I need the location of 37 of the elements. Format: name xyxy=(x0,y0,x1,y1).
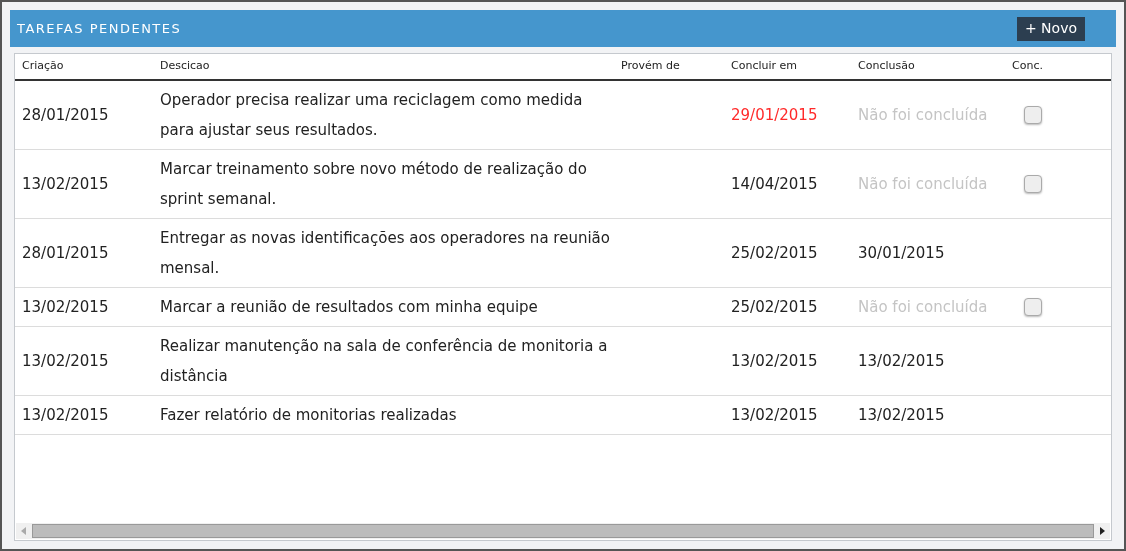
panel-title: TAREFAS PENDENTES xyxy=(17,19,182,38)
column-header: Provém de xyxy=(621,58,681,75)
column-header: Descicao xyxy=(160,58,211,75)
checkbox[interactable] xyxy=(1024,298,1042,316)
table-cell-text: 13/02/2015 xyxy=(731,350,819,372)
table-cell-text: 14/04/2015 xyxy=(731,173,819,195)
table-cell-text: 25/02/2015 xyxy=(731,242,819,264)
table-cell-text: Operador precisa realizar uma reciclagem como medida para ajustar seus resultados. xyxy=(160,90,584,141)
table-cell-text: 25/02/2015 xyxy=(731,296,819,318)
table-cell-text: 13/02/2015 xyxy=(22,296,110,318)
table-cell-text: Não foi concluída xyxy=(858,296,989,318)
checkbox[interactable] xyxy=(1024,106,1042,124)
table-cell-text: 13/02/2015 xyxy=(22,404,110,426)
table-cell-text: 13/02/2015 xyxy=(858,350,946,372)
table-cell-text: Realizar manutenção na sala de conferência de monitoria a distância xyxy=(160,336,609,387)
column-header: Conclusão xyxy=(858,58,916,75)
column-header: Criação xyxy=(22,58,65,75)
table-cell-text: Não foi concluída xyxy=(858,173,989,195)
column-header: Concluir em xyxy=(731,58,799,75)
new-button[interactable]: + Novo xyxy=(1016,16,1085,41)
table-cell-text: 13/02/2015 xyxy=(22,350,110,372)
table-cell-text: Fazer relatório de monitorias realizadas xyxy=(160,405,458,426)
table-cell-text: 13/02/2015 xyxy=(22,173,110,195)
scrollbar-thumb[interactable] xyxy=(32,524,1094,538)
table-cell-text: Não foi concluída xyxy=(858,104,989,126)
table-cell-text: Marcar a reunião de resultados com minha equipe xyxy=(160,297,539,318)
table-cell-text: 13/02/2015 xyxy=(731,404,819,426)
table-cell-text: 28/01/2015 xyxy=(22,104,110,126)
horizontal-scrollbar[interactable] xyxy=(16,523,1110,539)
table-cell-text: 28/01/2015 xyxy=(22,242,110,264)
column-header: Conc. xyxy=(1012,58,1044,75)
table-cell-text: 13/02/2015 xyxy=(858,404,946,426)
table-cell-text: 29/01/2015 xyxy=(731,104,819,126)
table-cell-text: Marcar treinamento sobre novo método de realização do sprint semanal. xyxy=(160,159,588,210)
table-cell-text: 30/01/2015 xyxy=(858,242,946,264)
checkbox[interactable] xyxy=(1024,175,1042,193)
table-cell-text: Entregar as novas identificações aos operadores na reunião mensal. xyxy=(160,228,611,279)
